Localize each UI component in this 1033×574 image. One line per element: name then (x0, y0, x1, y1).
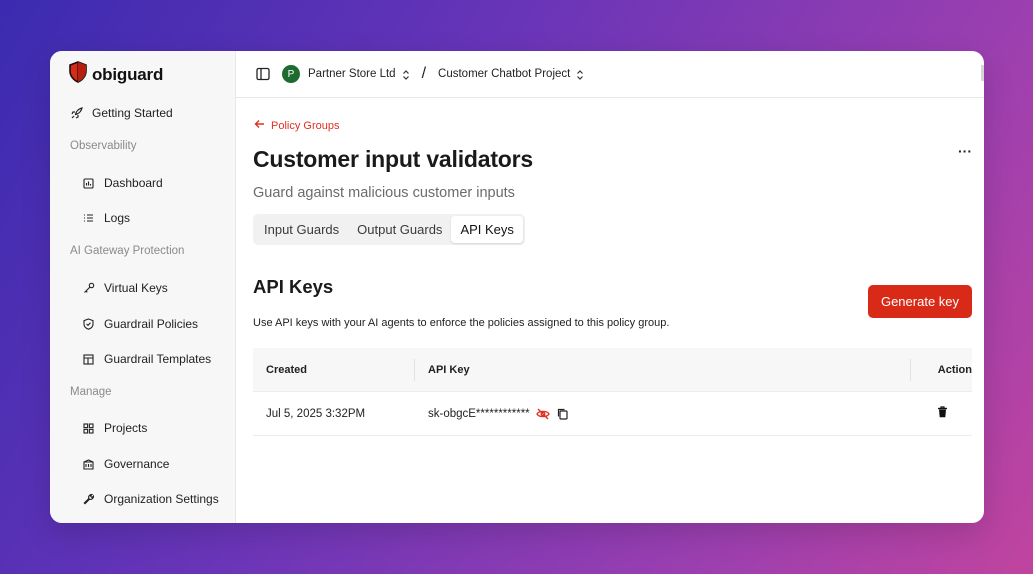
tab-bar: Input Guards Output Guards API Keys (253, 214, 525, 245)
shield-check-icon (82, 318, 95, 331)
top-bar: P Partner Store Ltd / Customer Chatbot P… (236, 51, 984, 98)
tab-api-keys[interactable]: API Keys (451, 216, 523, 243)
arrow-left-icon (254, 119, 265, 132)
trash-icon (937, 406, 948, 421)
chevron-up-down-icon[interactable] (402, 68, 410, 80)
delete-key-button[interactable] (937, 392, 948, 435)
tab-output-guards[interactable]: Output Guards (348, 216, 451, 243)
page-subtitle: Guard against malicious customer inputs (253, 185, 515, 201)
key-icon (82, 282, 95, 295)
sidebar-item-label: Dashboard (104, 176, 163, 190)
api-keys-heading: API Keys (253, 276, 334, 297)
grid-icon (82, 422, 95, 435)
generate-key-button[interactable]: Generate key (868, 285, 972, 318)
sidebar-item-label: Logs (104, 211, 131, 225)
tab-input-guards[interactable]: Input Guards (255, 216, 348, 243)
brand-name: obiguard (92, 64, 164, 84)
scrollbar[interactable] (981, 65, 984, 81)
sidebar-item-governance[interactable]: Governance (82, 455, 169, 473)
page-title: Customer input validators (253, 146, 533, 172)
chevron-up-down-icon[interactable] (576, 68, 584, 80)
app-window: obiguard Getting Started Observability D… (50, 51, 984, 523)
sidebar-item-label: Virtual Keys (104, 281, 168, 295)
sidebar-item-guardrail-policies[interactable]: Guardrail Policies (82, 315, 198, 333)
sidebar-item-label: Getting Started (92, 106, 173, 120)
section-label-manage: Manage (70, 386, 112, 398)
column-header-action: Action (937, 363, 972, 376)
column-divider (910, 359, 911, 381)
sidebar-toggle-icon[interactable] (256, 67, 270, 81)
org-switcher[interactable]: Partner Store Ltd (308, 68, 396, 80)
sidebar-item-dashboard[interactable]: Dashboard (82, 174, 163, 192)
sidebar-item-organization-settings[interactable]: Organization Settings (82, 490, 219, 508)
main-content: P Partner Store Ltd / Customer Chatbot P… (236, 51, 984, 523)
rocket-icon (70, 107, 83, 120)
created-cell: Jul 5, 2025 3:32PM (266, 407, 366, 420)
eye-off-icon[interactable] (535, 407, 550, 421)
list-icon (82, 212, 95, 225)
sidebar: obiguard Getting Started Observability D… (50, 51, 236, 523)
section-label-observability: Observability (70, 140, 137, 152)
org-avatar: P (282, 65, 300, 83)
back-link-label: Policy Groups (271, 119, 340, 132)
project-switcher[interactable]: Customer Chatbot Project (438, 68, 570, 80)
sidebar-item-getting-started[interactable]: Getting Started (70, 104, 173, 122)
sidebar-item-logs[interactable]: Logs (82, 209, 130, 227)
sidebar-item-projects[interactable]: Projects (82, 419, 147, 437)
api-key-value: sk-obgcE************ (428, 407, 530, 420)
brand-logo[interactable]: obiguard (68, 61, 163, 88)
sidebar-item-guardrail-templates[interactable]: Guardrail Templates (82, 350, 211, 368)
section-label-gateway: AI Gateway Protection (70, 245, 185, 257)
sidebar-item-label: Governance (104, 457, 170, 471)
table-row: Jul 5, 2025 3:32PM sk-obgcE************ (253, 392, 972, 436)
column-header-api-key: API Key (428, 363, 470, 376)
sidebar-item-label: Organization Settings (104, 492, 219, 506)
api-key-cell: sk-obgcE************ (428, 392, 570, 435)
table-header: Created API Key Action (253, 348, 972, 392)
column-divider (414, 359, 415, 381)
sidebar-item-label: Guardrail Policies (104, 317, 199, 331)
back-to-policy-groups-link[interactable]: Policy Groups (254, 119, 339, 132)
column-header-created: Created (266, 363, 307, 376)
wrench-icon (82, 493, 95, 506)
template-icon (82, 353, 95, 366)
shield-logo-icon (68, 61, 88, 88)
sidebar-item-virtual-keys[interactable]: Virtual Keys (82, 279, 168, 297)
dashboard-icon (82, 177, 95, 190)
more-options-button[interactable]: ··· (958, 143, 972, 159)
copy-icon[interactable] (556, 407, 570, 421)
building-icon (82, 458, 95, 471)
sidebar-item-label: Projects (104, 421, 148, 435)
api-keys-description: Use API keys with your AI agents to enfo… (253, 317, 670, 329)
breadcrumb-separator: / (421, 65, 427, 82)
sidebar-item-label: Guardrail Templates (104, 352, 212, 366)
api-keys-table: Created API Key Action Jul 5, 2025 3:32P… (253, 348, 972, 436)
